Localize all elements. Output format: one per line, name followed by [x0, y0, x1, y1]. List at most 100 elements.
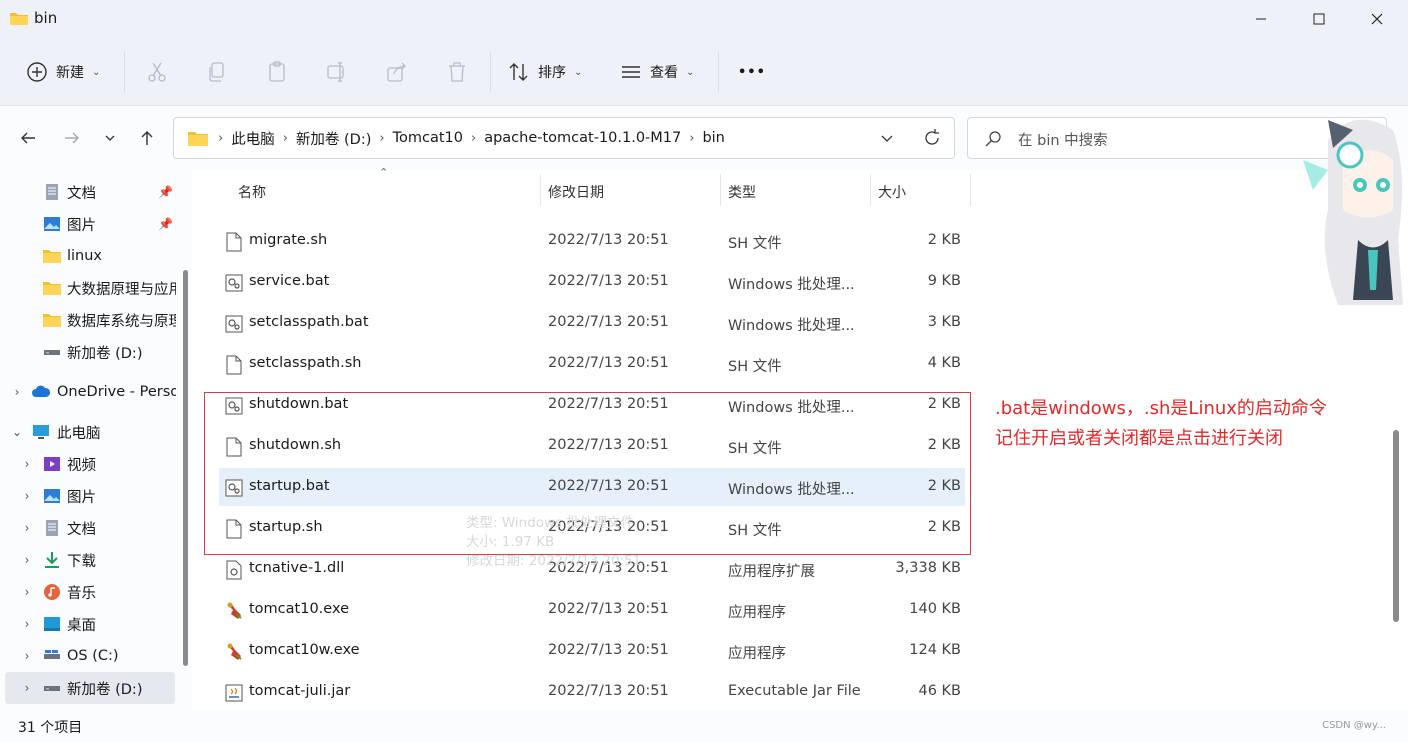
chevron-down-icon: ⌄ — [574, 66, 583, 78]
up-button[interactable] — [135, 126, 159, 150]
close-button[interactable] — [1348, 0, 1406, 38]
sidebar-item-drive-d-quick[interactable]: 新加卷 (D:) — [0, 336, 176, 368]
arrow-up-icon — [141, 131, 153, 145]
tomcat-exe-icon — [225, 601, 243, 621]
sidebar-item-onedrive[interactable]: › OneDrive - Personal — [0, 376, 176, 408]
view-icon — [622, 66, 640, 78]
column-divider[interactable] — [870, 174, 871, 206]
file-size: 140 KB — [909, 601, 961, 617]
file-date: 2022/7/13 20:51 — [548, 601, 669, 617]
sidebar-item-pictures[interactable]: › 图片 — [0, 480, 176, 512]
pictures-icon — [44, 217, 60, 231]
sort-button[interactable]: 排序 ⌄ — [508, 58, 582, 86]
breadcrumb-drive-d[interactable]: 新加卷 (D:) — [288, 128, 379, 149]
sidebar-item-bigdata[interactable]: 大数据原理与应用 — [0, 272, 176, 304]
breadcrumb-this-pc[interactable]: 此电脑 — [223, 128, 283, 149]
file-row[interactable]: setclasspath.sh 2022/7/13 20:51 SH 文件 4 KB — [219, 345, 965, 383]
sidebar-item-linux[interactable]: linux — [0, 240, 176, 272]
rename-icon[interactable] — [325, 60, 349, 84]
column-header-type[interactable]: 类型 — [728, 177, 756, 207]
sidebar-item-label: 下载 — [67, 553, 96, 570]
sidebar-item-label: 图片 — [67, 217, 96, 234]
back-button[interactable] — [16, 126, 40, 150]
file-row[interactable]: tomcat10.exe 2022/7/13 20:51 应用程序 140 KB — [219, 591, 965, 629]
file-name: service.bat — [249, 273, 330, 289]
chevron-down-icon — [105, 135, 115, 141]
navigation-pane: 文档 📌 图片 📌 linux 大数据原理与应用 数据库系统与原理 新加卷 (D… — [0, 170, 192, 710]
sidebar-item-database[interactable]: 数据库系统与原理 — [0, 304, 176, 336]
share-icon[interactable] — [385, 60, 409, 84]
sidebar-item-drive-d[interactable]: › 新加卷 (D:) — [5, 672, 175, 704]
file-row[interactable]: setclasspath.bat 2022/7/13 20:51 Windows 批… — [219, 304, 965, 342]
minimize-button[interactable] — [1232, 0, 1290, 38]
file-row[interactable]: migrate.sh 2022/7/13 20:51 SH 文件 2 KB — [219, 222, 965, 260]
address-bar[interactable]: › 此电脑 › 新加卷 (D:) › Tomcat10 › apache-tom… — [173, 117, 955, 159]
breadcrumb-tomcat10[interactable]: Tomcat10 — [385, 130, 471, 146]
file-name: migrate.sh — [249, 232, 328, 248]
column-divider[interactable] — [970, 174, 971, 206]
video-icon — [44, 457, 60, 471]
file-row[interactable]: service.bat 2022/7/13 20:51 Windows 批处理...… — [219, 263, 965, 301]
refresh-icon[interactable] — [922, 128, 942, 148]
breadcrumb-apache-tomcat[interactable]: apache-tomcat-10.1.0-M17 — [476, 130, 689, 146]
new-button[interactable]: 新建 ⌄ — [26, 58, 100, 86]
document-icon — [46, 520, 58, 536]
file-row[interactable]: tomcat-juli.jar 2022/7/13 20:51 Executable… — [219, 673, 965, 711]
music-icon — [44, 584, 60, 600]
sidebar-item-downloads[interactable]: › 下载 — [0, 544, 176, 576]
copy-icon[interactable] — [205, 60, 229, 84]
chevron-right-icon[interactable]: › — [20, 553, 34, 567]
folder-icon — [43, 282, 61, 295]
column-header-size[interactable]: 大小 — [878, 177, 906, 207]
drive-icon — [44, 686, 60, 691]
mascot-sticker-image — [1303, 119, 1403, 305]
chevron-right-icon[interactable]: › — [10, 385, 24, 399]
breadcrumb-bin[interactable]: bin — [694, 130, 732, 146]
maximize-icon — [1313, 13, 1325, 25]
chevron-right-icon[interactable]: › — [20, 457, 34, 471]
document-icon — [46, 184, 58, 200]
annotation-highlight-box — [204, 392, 971, 555]
column-header-date[interactable]: 修改日期 — [548, 177, 604, 207]
maximize-button[interactable] — [1290, 0, 1348, 38]
sidebar-item-pictures-pinned[interactable]: 图片 📌 — [0, 208, 176, 240]
computer-icon — [33, 425, 49, 439]
column-divider[interactable] — [720, 174, 721, 206]
delete-icon[interactable] — [445, 60, 469, 84]
view-button[interactable]: 查看 ⌄ — [620, 58, 694, 86]
forward-button[interactable] — [60, 126, 84, 150]
chevron-right-icon[interactable]: › — [20, 489, 34, 503]
chevron-right-icon[interactable]: › — [20, 521, 34, 535]
sidebar-item-videos[interactable]: › 视频 — [0, 448, 176, 480]
sidebar-item-documents[interactable]: › 文档 — [0, 512, 176, 544]
chevron-down-icon[interactable]: ⌄ — [10, 425, 24, 439]
folder-icon — [188, 132, 208, 146]
title-bar: bin — [0, 0, 1408, 38]
sidebar-item-desktop[interactable]: › 桌面 — [0, 608, 176, 640]
column-header-name[interactable]: 名称 — [238, 177, 266, 207]
chevron-right-icon[interactable]: › — [20, 617, 34, 631]
folder-icon — [43, 250, 61, 263]
sidebar-scrollbar[interactable] — [183, 270, 188, 666]
file-size: 9 KB — [927, 273, 961, 289]
column-divider[interactable] — [540, 174, 541, 206]
sidebar-item-music[interactable]: › 音乐 — [0, 576, 176, 608]
chevron-right-icon[interactable]: › — [20, 585, 34, 599]
sidebar-item-drive-c[interactable]: › OS (C:) — [0, 640, 176, 672]
sidebar-item-label: 大数据原理与应用 — [67, 281, 176, 298]
sidebar-item-documents-pinned[interactable]: 文档 📌 — [0, 176, 176, 208]
cut-icon[interactable] — [145, 60, 169, 84]
drive-icon — [44, 650, 60, 659]
more-options-button[interactable]: ••• — [738, 58, 766, 86]
chevron-right-icon[interactable]: › — [20, 681, 34, 695]
chevron-right-icon[interactable]: › — [20, 649, 34, 663]
file-row[interactable]: tomcat10w.exe 2022/7/13 20:51 应用程序 124 KB — [219, 632, 965, 670]
paste-icon[interactable] — [265, 60, 289, 84]
minimize-icon — [1256, 18, 1266, 20]
address-dropdown-icon[interactable] — [880, 132, 894, 146]
recent-locations-button[interactable] — [98, 126, 122, 150]
file-list-scrollbar[interactable] — [1393, 430, 1399, 622]
sidebar-item-label: 新加卷 (D:) — [67, 345, 143, 362]
status-bar: 31 个项目 CSDN @wy... — [0, 710, 1408, 742]
sidebar-item-this-pc[interactable]: ⌄ 此电脑 — [0, 416, 176, 448]
